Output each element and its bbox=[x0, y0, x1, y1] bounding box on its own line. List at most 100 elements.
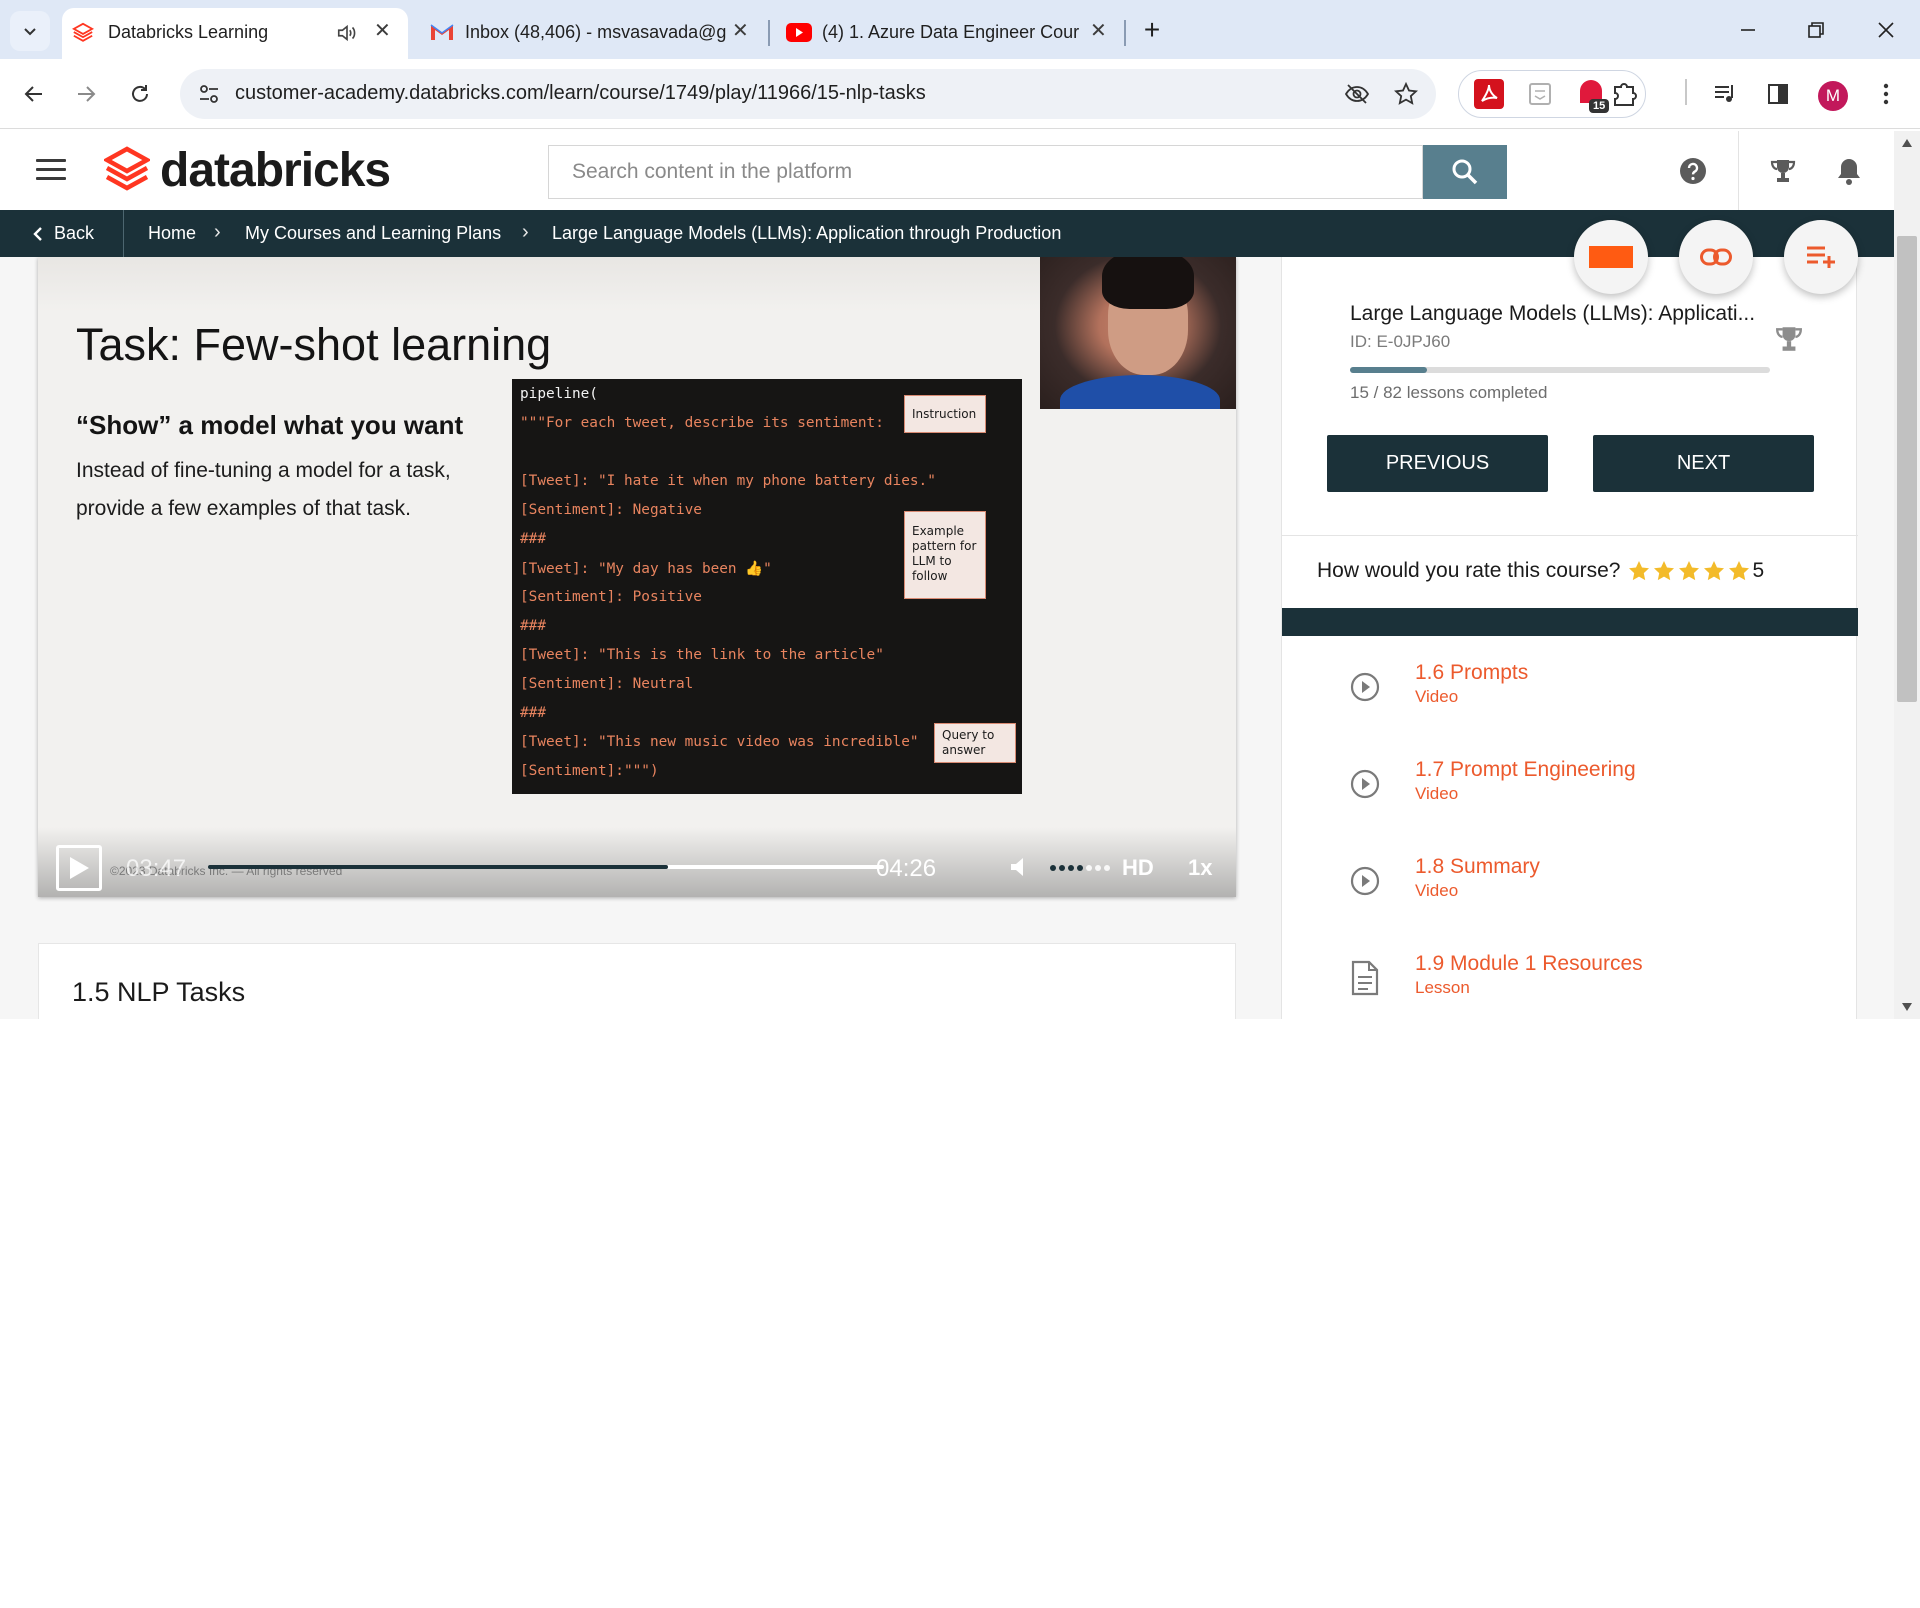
lesson-item[interactable]: 1.6 Prompts Video bbox=[1282, 657, 1858, 727]
rating-value: 5 bbox=[1752, 559, 1765, 582]
rating-stars[interactable] bbox=[1627, 559, 1751, 583]
star-icon[interactable] bbox=[1727, 559, 1751, 583]
main-content: Task: Few-shot learning “Show” a model w… bbox=[0, 257, 1894, 1019]
volume-slider[interactable] bbox=[1050, 865, 1110, 871]
media-control-button[interactable] bbox=[1704, 72, 1748, 116]
search-icon bbox=[1452, 159, 1478, 185]
lesson-item[interactable]: 1.8 Summary Video bbox=[1282, 851, 1858, 921]
course-name[interactable]: Large Language Models (LLMs): Applicati.… bbox=[1350, 302, 1770, 326]
copy-link-fab[interactable] bbox=[1679, 220, 1753, 294]
star-icon[interactable] bbox=[1677, 559, 1701, 583]
code-line: [Sentiment]:""") bbox=[520, 763, 659, 779]
volume-dot bbox=[1059, 865, 1065, 871]
extension-badge: 15 bbox=[1593, 100, 1606, 112]
star-icon[interactable] bbox=[1702, 559, 1726, 583]
forward-nav-button[interactable] bbox=[64, 72, 108, 116]
lesson-item[interactable]: 1.7 Prompt Engineering Video bbox=[1282, 754, 1858, 824]
back-link[interactable]: Back bbox=[32, 223, 94, 244]
lesson-item-type: Video bbox=[1415, 881, 1459, 900]
achievements-button[interactable] bbox=[1767, 155, 1799, 187]
volume-dot bbox=[1068, 865, 1074, 871]
pdf-extension-icon[interactable] bbox=[1474, 79, 1504, 109]
play-circle-icon bbox=[1349, 671, 1381, 703]
play-icon bbox=[70, 857, 89, 879]
search-button[interactable] bbox=[1423, 145, 1507, 199]
speaker-icon[interactable] bbox=[336, 22, 358, 44]
lesson-item-title: 1.9 Module 1 Resources bbox=[1415, 952, 1643, 975]
databricks-logo-icon bbox=[104, 146, 150, 191]
profile-avatar[interactable]: M bbox=[1818, 81, 1848, 111]
tab-gmail[interactable]: Inbox (48,406) - msvasavada@g ✕ bbox=[420, 8, 760, 59]
search-box bbox=[548, 145, 1423, 199]
gmail-favicon-icon bbox=[430, 24, 454, 40]
chevron-left-icon bbox=[33, 226, 42, 241]
add-to-playlist-fab[interactable] bbox=[1784, 220, 1858, 294]
site-settings-icon[interactable] bbox=[198, 83, 220, 105]
volume-dot bbox=[1104, 865, 1110, 871]
back-nav-button[interactable] bbox=[12, 72, 56, 116]
youtube-favicon-icon bbox=[786, 23, 812, 42]
lesson-item-title: 1.6 Prompts bbox=[1415, 661, 1529, 684]
side-panel-button[interactable] bbox=[1756, 72, 1800, 116]
help-button[interactable] bbox=[1677, 155, 1709, 187]
close-window-button[interactable] bbox=[1866, 10, 1906, 50]
bookmark-fab[interactable] bbox=[1574, 220, 1648, 294]
notifications-button[interactable] bbox=[1833, 155, 1865, 187]
toolbar-separator bbox=[1685, 79, 1687, 105]
address-bar[interactable]: customer-academy.databricks.com/learn/co… bbox=[180, 69, 1436, 119]
arrow-left-icon bbox=[24, 86, 42, 102]
next-button[interactable]: NEXT bbox=[1593, 435, 1814, 492]
reader-extension-icon[interactable] bbox=[1525, 79, 1555, 109]
star-icon[interactable] bbox=[1627, 559, 1651, 583]
video-player[interactable]: Task: Few-shot learning “Show” a model w… bbox=[38, 257, 1236, 897]
tab-youtube[interactable]: (4) 1. Azure Data Engineer Cour ✕ bbox=[778, 8, 1116, 59]
code-line: [Tweet]: "My day has been 👍" bbox=[520, 561, 772, 577]
link-icon bbox=[1700, 248, 1732, 266]
volume-icon[interactable] bbox=[1008, 855, 1032, 879]
hamburger-menu-icon[interactable] bbox=[36, 159, 66, 181]
scroll-down-arrow-icon[interactable] bbox=[1902, 1003, 1912, 1011]
rating-prompt: How would you rate this course? bbox=[1317, 559, 1621, 582]
scroll-up-arrow-icon[interactable] bbox=[1902, 139, 1912, 147]
tab-search-button[interactable] bbox=[10, 11, 50, 51]
minimize-button[interactable] bbox=[1728, 10, 1768, 50]
code-line: [Sentiment]: Neutral bbox=[520, 676, 694, 692]
play-circle-icon bbox=[1349, 865, 1381, 897]
close-tab-icon[interactable]: ✕ bbox=[1090, 18, 1107, 43]
adblock-extension-icon[interactable]: 15 bbox=[1576, 79, 1609, 113]
play-button[interactable] bbox=[56, 845, 102, 891]
browser-tab-strip: Databricks Learning ✕ Inbox (48,406) - m… bbox=[0, 0, 1920, 59]
star-icon[interactable] bbox=[1652, 559, 1676, 583]
speed-button[interactable]: 1x bbox=[1188, 855, 1212, 881]
restore-button[interactable] bbox=[1796, 10, 1836, 50]
seek-bar[interactable] bbox=[208, 865, 884, 869]
quality-button[interactable]: HD bbox=[1122, 855, 1154, 881]
header-divider bbox=[1738, 131, 1739, 210]
previous-button[interactable]: PREVIOUS bbox=[1327, 435, 1548, 492]
site-header: databricks bbox=[0, 131, 1894, 210]
puzzle-extension-icon[interactable] bbox=[1609, 79, 1639, 109]
restore-icon bbox=[1808, 22, 1824, 38]
close-tab-icon[interactable]: ✕ bbox=[732, 18, 749, 43]
lesson-list-header bbox=[1282, 608, 1858, 636]
tab-databricks-learning[interactable]: Databricks Learning ✕ bbox=[62, 8, 408, 59]
lesson-card: 1.5 NLP Tasks bbox=[38, 943, 1236, 1019]
code-line: ### bbox=[520, 705, 546, 721]
breadcrumb-home[interactable]: Home bbox=[148, 223, 196, 244]
bookmark-star-icon[interactable] bbox=[1394, 82, 1418, 106]
new-tab-button[interactable]: + bbox=[1132, 10, 1172, 50]
close-tab-icon[interactable]: ✕ bbox=[374, 18, 391, 43]
search-input[interactable] bbox=[549, 146, 1423, 198]
current-time: 03:47 bbox=[126, 855, 187, 882]
course-progress-bar bbox=[1350, 367, 1770, 373]
reload-button[interactable] bbox=[118, 72, 162, 116]
breadcrumb-course[interactable]: Large Language Models (LLMs): Applicatio… bbox=[552, 223, 1061, 244]
chrome-menu-button[interactable] bbox=[1864, 72, 1908, 116]
code-line: ### bbox=[520, 618, 546, 634]
breadcrumb-my-courses[interactable]: My Courses and Learning Plans bbox=[245, 223, 501, 244]
eye-off-icon[interactable] bbox=[1344, 82, 1370, 106]
scrollbar-thumb[interactable] bbox=[1897, 236, 1917, 702]
chevron-right-icon: › bbox=[214, 221, 221, 243]
databricks-logo[interactable]: databricks bbox=[104, 144, 391, 197]
lesson-item[interactable]: 1.9 Module 1 Resources Lesson bbox=[1282, 948, 1858, 1018]
